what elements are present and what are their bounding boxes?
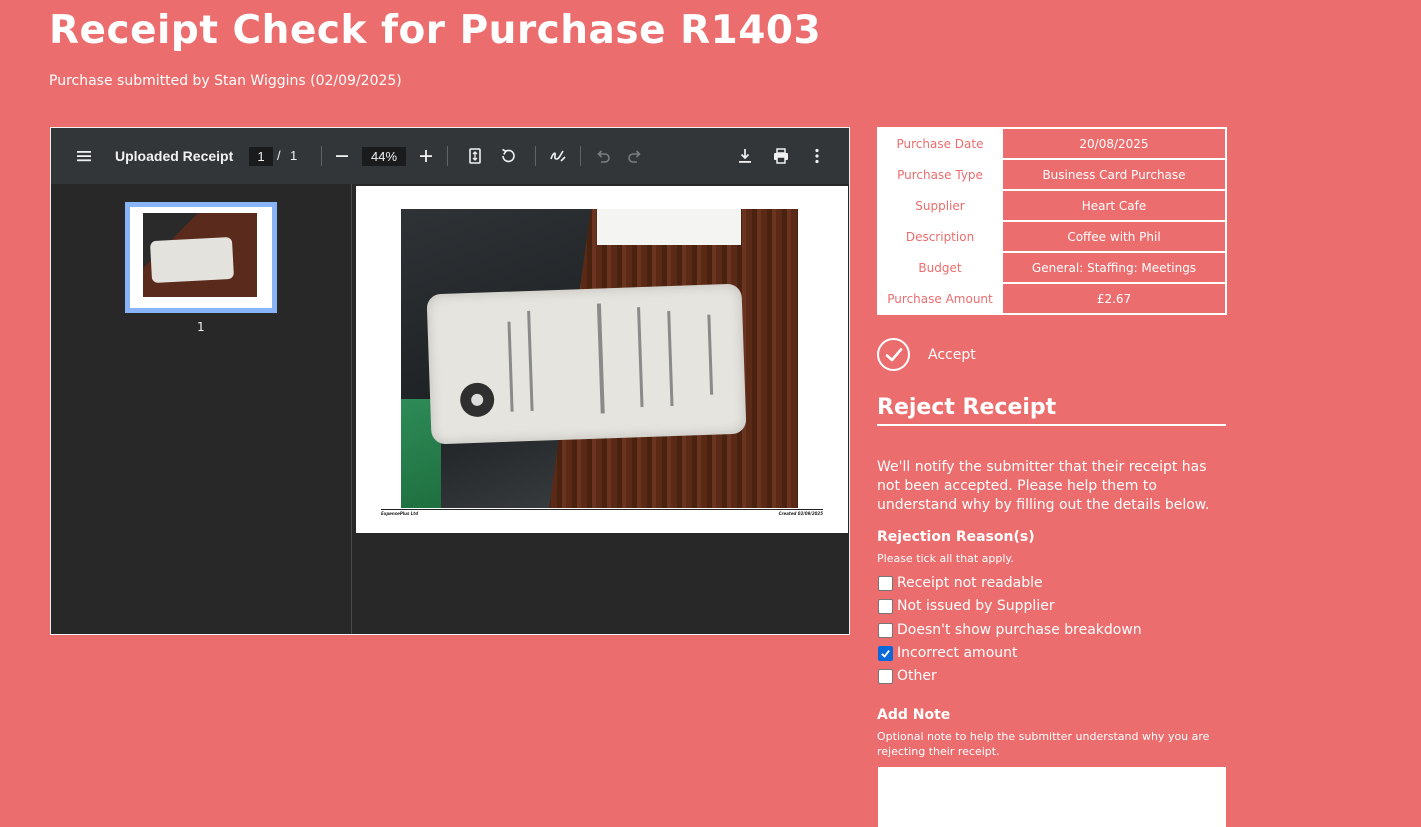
page-footer-rule xyxy=(381,509,823,510)
thumbnail-receipt xyxy=(149,236,235,284)
toolbar-divider xyxy=(321,146,322,166)
thumbnail-image xyxy=(143,213,257,297)
receipt-text-line xyxy=(667,311,674,407)
viewer-toolbar: Uploaded Receipt / 1 44% xyxy=(51,128,849,184)
zoom-in-icon[interactable] xyxy=(415,145,437,167)
rotate-icon[interactable] xyxy=(497,145,519,167)
page-footer-left: ExpensePlus Ltd xyxy=(381,511,419,516)
print-icon[interactable] xyxy=(770,145,792,167)
document-pane: ExpensePlus Ltd Created 02/09/2025 xyxy=(353,184,849,634)
rejection-reason-checkbox[interactable] xyxy=(878,575,893,591)
photo-white-paper xyxy=(597,209,741,245)
details-label: Description xyxy=(877,220,1003,253)
rejection-reason-checkbox[interactable] xyxy=(878,645,893,661)
details-label: Purchase Type xyxy=(877,158,1003,191)
receipt-text-line xyxy=(527,310,534,411)
fit-page-icon[interactable] xyxy=(464,145,486,167)
toolbar-divider xyxy=(580,146,581,166)
zoom-level[interactable]: 44% xyxy=(362,147,406,166)
rejection-reason-label: Receipt not readable xyxy=(897,575,1043,591)
page-footer-right: Created 02/09/2025 xyxy=(778,511,823,516)
details-value: £2.67 xyxy=(1001,282,1227,315)
check-circle-icon xyxy=(877,338,910,371)
details-value: 20/08/2025 xyxy=(1001,127,1227,160)
page-title: Receipt Check for Purchase R1403 xyxy=(49,8,822,53)
details-label: Supplier xyxy=(877,189,1003,222)
details-value: General: Staffing: Meetings xyxy=(1001,251,1227,284)
menu-icon[interactable] xyxy=(73,145,95,167)
page-separator: / xyxy=(277,148,281,163)
rejection-reason[interactable]: Incorrect amount xyxy=(878,645,1018,661)
page-total: 1 xyxy=(290,148,298,163)
details-value: Business Card Purchase xyxy=(1001,158,1227,191)
rejection-reason[interactable]: Receipt not readable xyxy=(878,575,1043,591)
thumbnail-sidebar: 1 xyxy=(51,184,352,634)
redo-icon[interactable] xyxy=(624,145,646,167)
receipt-logo-icon xyxy=(459,382,495,418)
rejection-reason[interactable]: Doesn't show purchase breakdown xyxy=(878,622,1142,638)
accept-label: Accept xyxy=(928,346,976,363)
rejection-reason-label: Not issued by Supplier xyxy=(897,598,1055,614)
receipt-text-line xyxy=(637,307,644,408)
receipt-text-line xyxy=(507,321,514,412)
rejection-reason-checkbox[interactable] xyxy=(878,668,893,684)
pdf-viewer: Uploaded Receipt / 1 44% xyxy=(50,127,850,635)
toolbar-divider xyxy=(447,146,448,166)
reject-title: Reject Receipt xyxy=(877,395,1226,426)
rejection-reason-label: Incorrect amount xyxy=(897,645,1018,661)
annotate-icon[interactable] xyxy=(547,145,569,167)
rejection-reason[interactable]: Other xyxy=(878,668,937,684)
accept-button[interactable]: Accept xyxy=(877,338,976,371)
download-icon[interactable] xyxy=(734,145,756,167)
details-label: Purchase Amount xyxy=(877,282,1003,315)
details-row: Supplier Heart Cafe xyxy=(877,189,1227,222)
rejection-reason-checkbox[interactable] xyxy=(878,598,893,614)
reject-intro: We'll notify the submitter that their re… xyxy=(877,459,1210,513)
page-thumbnail[interactable] xyxy=(125,202,277,313)
add-note-title: Add Note xyxy=(877,707,951,723)
details-row: Budget General: Staffing: Meetings xyxy=(877,251,1227,284)
page-subtitle: Purchase submitted by Stan Wiggins (02/0… xyxy=(49,73,402,89)
details-row: Description Coffee with Phil xyxy=(877,220,1227,253)
rejection-reasons-hint: Please tick all that apply. xyxy=(877,552,1014,565)
rejection-reason-label: Doesn't show purchase breakdown xyxy=(897,622,1142,638)
purchase-details-table: Purchase Date 20/08/2025 Purchase Type Busi… xyxy=(877,127,1227,315)
details-value: Coffee with Phil xyxy=(1001,220,1227,253)
pdf-page: ExpensePlus Ltd Created 02/09/2025 xyxy=(356,186,848,533)
zoom-out-icon[interactable] xyxy=(331,145,353,167)
undo-icon[interactable] xyxy=(592,145,614,167)
add-note-hint: Optional note to help the submitter unde… xyxy=(877,730,1210,758)
rejection-reason[interactable]: Not issued by Supplier xyxy=(878,598,1055,614)
add-note-textarea[interactable] xyxy=(878,767,1226,827)
receipt-paper xyxy=(426,283,747,445)
toolbar-divider xyxy=(535,146,536,166)
details-row: Purchase Amount £2.67 xyxy=(877,282,1227,315)
document-title: Uploaded Receipt xyxy=(115,148,234,164)
thumbnail-page-number: 1 xyxy=(197,320,205,334)
rejection-reason-label: Other xyxy=(897,668,937,684)
page-number-input[interactable] xyxy=(249,147,273,166)
receipt-photo xyxy=(401,209,798,508)
details-row: Purchase Date 20/08/2025 xyxy=(877,127,1227,160)
details-label: Purchase Date xyxy=(877,127,1003,160)
rejection-reason-checkbox[interactable] xyxy=(878,622,893,638)
receipt-text-line xyxy=(596,303,605,414)
details-label: Budget xyxy=(877,251,1003,284)
details-row: Purchase Type Business Card Purchase xyxy=(877,158,1227,191)
more-icon[interactable] xyxy=(806,145,828,167)
receipt-text-line xyxy=(707,314,714,395)
rejection-reasons-title: Rejection Reason(s) xyxy=(877,529,1035,545)
details-value: Heart Cafe xyxy=(1001,189,1227,222)
